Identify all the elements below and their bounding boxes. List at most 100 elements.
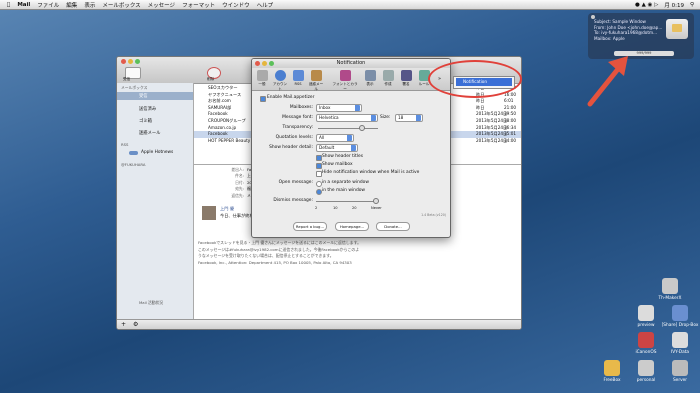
enable-checkbox[interactable] bbox=[260, 96, 266, 102]
list-item-subject: SAMURAI部 bbox=[208, 104, 232, 110]
desktop-icon-th-makerx[interactable]: Th-MakerX bbox=[650, 278, 690, 301]
tab-viewing[interactable]: 表示 bbox=[362, 70, 378, 87]
mailboxes-label: Mailboxes: bbox=[289, 105, 313, 110]
message-font-label: Message font: bbox=[282, 115, 313, 120]
mail-app-icon bbox=[666, 19, 688, 39]
dismiss-knob[interactable] bbox=[373, 198, 379, 204]
at-icon bbox=[274, 70, 286, 81]
rss-icon bbox=[129, 151, 138, 155]
dialog-close-icon[interactable] bbox=[255, 61, 260, 66]
dialog-minimize-icon[interactable] bbox=[262, 61, 267, 66]
drive-icon bbox=[638, 360, 654, 376]
size-select[interactable]: 18 bbox=[395, 114, 423, 122]
menu-mailbox[interactable]: メールボックス bbox=[102, 1, 140, 9]
body-line-2: このメッセージは#fukuhara@ivy1982.comに送信されました。今後… bbox=[198, 246, 360, 252]
header-reply-label: 返信先: bbox=[231, 192, 244, 198]
tab-accounts[interactable]: アカウント bbox=[272, 70, 288, 92]
sidebar-item-rss-feed[interactable]: Apple Hotnews bbox=[141, 150, 173, 155]
donate-button[interactable]: Donate... bbox=[376, 222, 410, 231]
mailboxes-select[interactable]: Inbox bbox=[316, 104, 362, 112]
growl-to: To: ivy-fukuhara1968@dotm... bbox=[594, 30, 658, 35]
menu-file[interactable]: ファイル bbox=[37, 1, 59, 9]
list-item-time: 14:00 bbox=[504, 137, 517, 143]
close-window-icon[interactable] bbox=[121, 59, 126, 64]
box-icon bbox=[604, 360, 620, 376]
apple-menu-icon[interactable]:  bbox=[7, 2, 10, 8]
fonts-icon bbox=[339, 70, 351, 81]
dialog-title: Notification bbox=[252, 59, 450, 68]
notification-preferences-dialog: Notification 一般 アカウント RSS 迷惑メール フォントとカラー… bbox=[251, 58, 451, 238]
report-bug-button[interactable]: Report a bug... bbox=[293, 222, 327, 231]
menu-app-mail[interactable]: Mail bbox=[17, 2, 30, 8]
tab-label: フォントとカラー bbox=[332, 82, 358, 91]
desktop-icon-label: Server bbox=[672, 378, 688, 383]
list-item-date: 昨日 bbox=[476, 104, 485, 110]
tab-rss[interactable]: RSS bbox=[290, 70, 306, 86]
spotlight-icon[interactable]: ⚲ bbox=[690, 2, 694, 8]
dismiss-slider[interactable] bbox=[316, 201, 378, 202]
minimize-window-icon[interactable] bbox=[128, 59, 133, 64]
show-header-titles-label: Show header titles bbox=[322, 154, 363, 159]
zoom-window-icon[interactable] bbox=[135, 59, 140, 64]
menu-clock[interactable]: 月 0:19 bbox=[664, 1, 684, 9]
sidebar-item-label: 受信 bbox=[139, 94, 148, 99]
desktop-icon-share-dropbox[interactable]: [Share] Drop-Box bbox=[660, 305, 700, 328]
header-detail-select[interactable]: Default bbox=[316, 144, 358, 152]
status-icons[interactable]: ● ▲ ◉ ▷ bbox=[635, 2, 658, 8]
transparency-slider[interactable] bbox=[318, 128, 378, 129]
sidebar-item-trash[interactable]: ゴミ箱 bbox=[139, 118, 152, 124]
menu-bar:  Mail ファイル 編集 表示 メールボックス メッセージ フォーマット ウ… bbox=[0, 0, 700, 10]
list-item-subject: お名前.com bbox=[208, 98, 231, 104]
folder-icon bbox=[672, 305, 688, 321]
tab-label: アカウント bbox=[272, 82, 288, 91]
sender-name[interactable]: 上門 優 bbox=[220, 206, 234, 212]
sidebar-item-junk[interactable]: 迷惑メール bbox=[139, 130, 160, 136]
menu-help[interactable]: ヘルプ bbox=[257, 1, 274, 9]
list-item-subject: Amazon.co.jp bbox=[208, 124, 237, 130]
desktop-icon-ivy-data[interactable]: IVY-Data bbox=[660, 332, 700, 355]
tab-junk[interactable]: 迷惑メール bbox=[308, 70, 324, 92]
list-item-date: 2013年5月24日 bbox=[476, 118, 508, 123]
transparency-knob[interactable] bbox=[359, 125, 365, 131]
list-item-subject: Facebook bbox=[208, 111, 228, 117]
action-gear-icon[interactable]: ⚙ bbox=[133, 321, 138, 328]
menu-window[interactable]: ウインドウ bbox=[222, 1, 250, 9]
highlight-ring bbox=[428, 60, 522, 98]
tab-label: RSS bbox=[294, 82, 302, 86]
quotation-label: Quotation levels: bbox=[275, 135, 313, 140]
switch-icon bbox=[256, 70, 268, 81]
menu-edit[interactable]: 編集 bbox=[66, 1, 77, 9]
list-item-time: 15:01 bbox=[504, 131, 517, 137]
delete-label: 削除 bbox=[207, 77, 215, 81]
sidebar-header-account: @FUKUHARA bbox=[121, 162, 146, 167]
body-line-3: うなメッセージを受け取りたくない場合は、配信停止とすることができます。 bbox=[198, 253, 334, 259]
preferences-toolbar: 一般 アカウント RSS 迷惑メール フォントとカラー 表示 作成 署名 ルール… bbox=[252, 68, 450, 91]
desktop-icon-server[interactable]: Server bbox=[660, 360, 700, 383]
mail-sidebar: メールボックス 受信 送信済み ゴミ箱 迷惑メール RSS Apple Hotn… bbox=[117, 83, 194, 319]
add-mailbox-icon[interactable]: + bbox=[121, 321, 126, 328]
list-item-time: 16:34 bbox=[504, 124, 517, 130]
server-icon bbox=[672, 360, 688, 376]
tab-composing[interactable]: 作成 bbox=[380, 70, 396, 87]
message-font-select[interactable]: Helvetica bbox=[316, 114, 378, 122]
tab-signatures[interactable]: 署名 bbox=[398, 70, 414, 87]
list-item-date: 2013年5月24日 bbox=[476, 137, 508, 143]
menu-view[interactable]: 表示 bbox=[84, 1, 95, 9]
header-detail-label: Show header detail: bbox=[269, 145, 313, 150]
dismiss-label: Dismiss message: bbox=[273, 198, 313, 203]
tab-general[interactable]: 一般 bbox=[254, 70, 270, 87]
homepage-button[interactable]: Homepage... bbox=[335, 222, 369, 231]
dialog-zoom-icon[interactable] bbox=[269, 61, 274, 66]
sidebar-item-sent[interactable]: 送信済み bbox=[139, 106, 156, 112]
drive-icon bbox=[672, 332, 688, 348]
arrow-annotation-icon bbox=[587, 56, 628, 107]
list-item-date: 2013年5月24日 bbox=[476, 124, 508, 130]
tab-fonts-colors[interactable]: フォントとカラー bbox=[332, 70, 358, 92]
list-item-time: 6:01 bbox=[504, 98, 514, 104]
list-item-date: 昨日 bbox=[476, 98, 485, 104]
sidebar-item-inbox[interactable]: 受信 bbox=[117, 92, 193, 100]
menu-message[interactable]: メッセージ bbox=[148, 1, 175, 9]
menu-format[interactable]: フォーマット bbox=[182, 1, 215, 9]
version-label: 1.4 Beta (v120) bbox=[421, 213, 446, 217]
quotation-select[interactable]: All bbox=[316, 134, 354, 142]
